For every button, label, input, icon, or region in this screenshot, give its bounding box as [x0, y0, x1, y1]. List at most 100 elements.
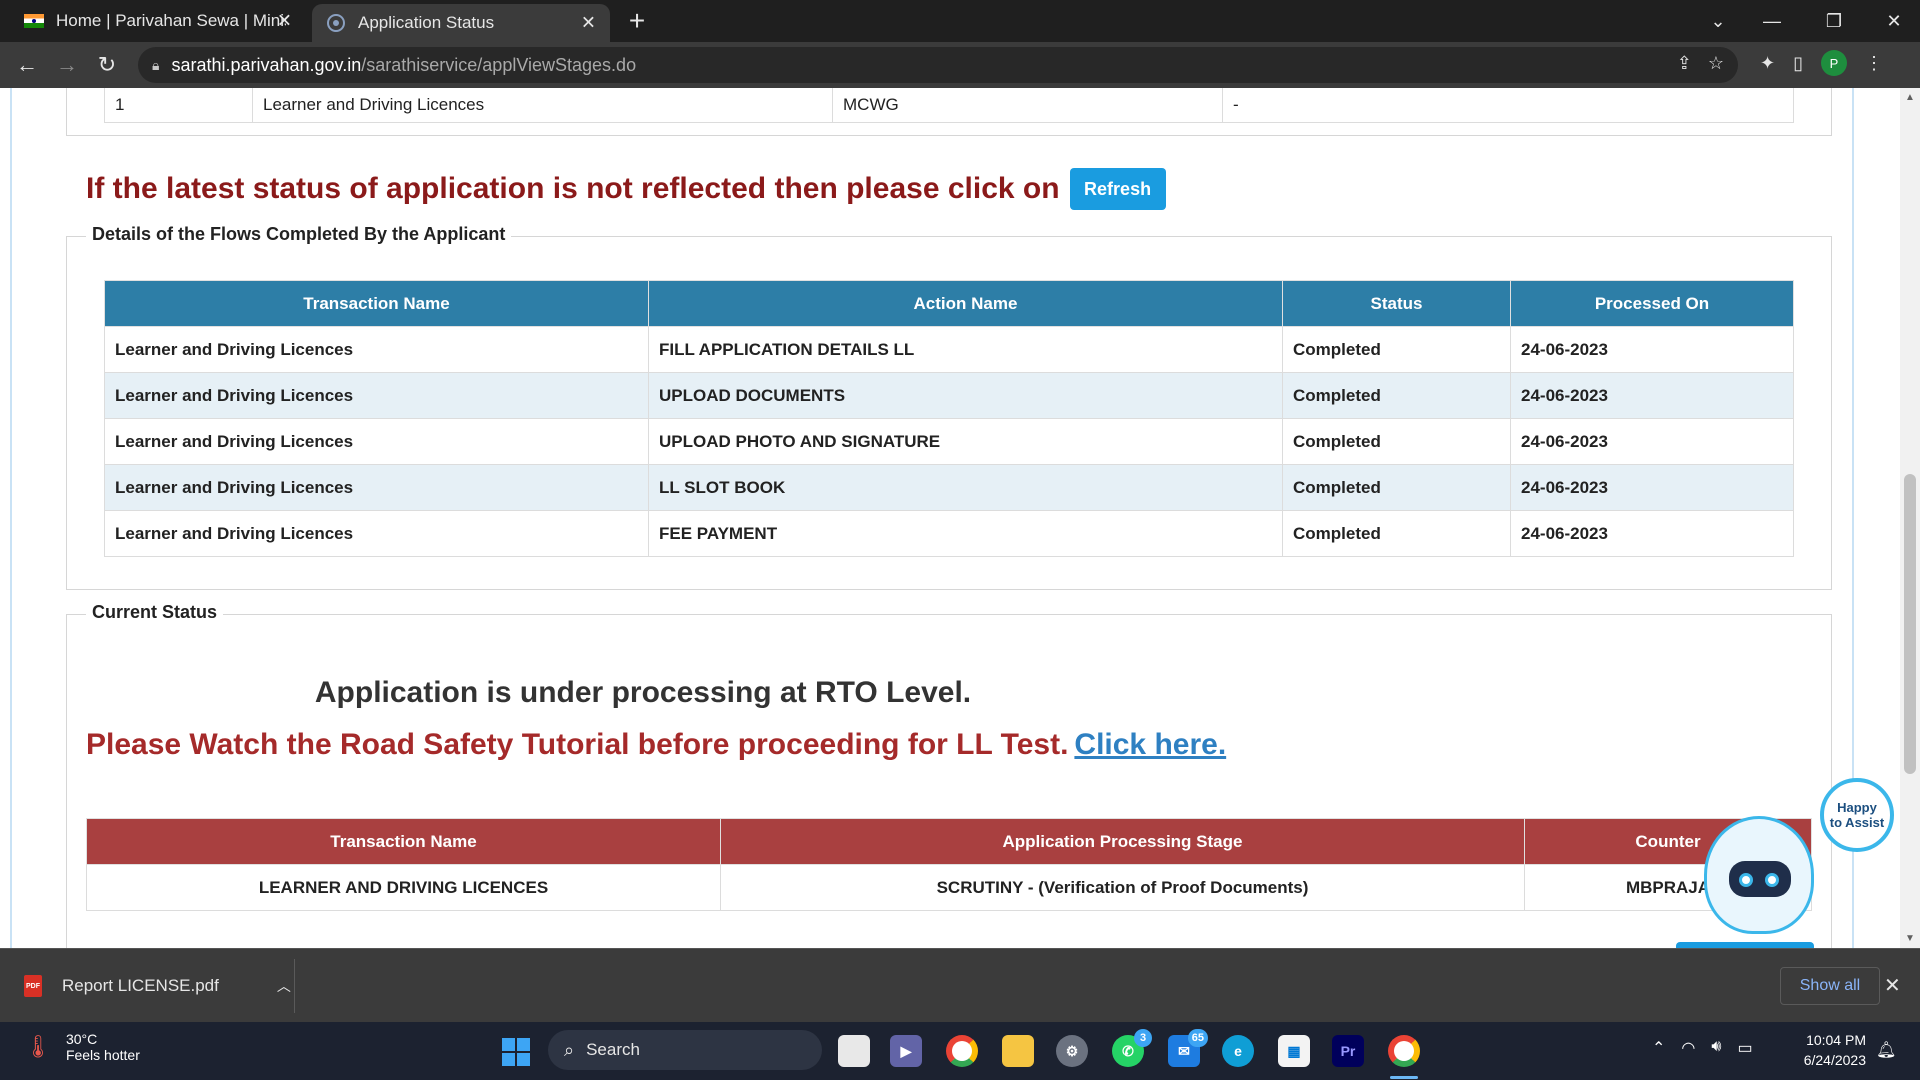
scroll-down-icon[interactable]: ▼ — [1904, 933, 1916, 944]
scroll-up-icon[interactable]: ▲ — [1904, 92, 1916, 103]
download-item[interactable]: PDF Report LICENSE.pdf ︿ — [24, 949, 291, 1023]
india-flag-icon — [24, 14, 44, 28]
wifi-icon[interactable]: ◠ — [1681, 1038, 1695, 1058]
reload-icon[interactable]: ↻ — [92, 50, 122, 80]
weather-widget[interactable]: 🌡︎ 30°C Feels hotter — [24, 1031, 140, 1063]
date-cell: 24-06-2023 — [1510, 372, 1794, 419]
transaction-cell: Learner and Driving Licences — [104, 510, 649, 557]
weather-description: Feels hotter — [65, 1047, 140, 1063]
battery-icon[interactable]: ▭ — [1737, 1038, 1752, 1058]
class-cell: MCWG — [832, 88, 1223, 123]
share-icon[interactable]: ⇪ — [1677, 53, 1692, 74]
happy-to-assist-bubble[interactable]: Happy to Assist — [1820, 778, 1894, 852]
close-tab-icon[interactable]: ✕ — [277, 11, 292, 32]
current-status-legend: Current Status — [86, 602, 224, 623]
application-details-table: 1 Learner and Driving Licences MCWG - — [104, 88, 1794, 123]
column-header: Application Processing Stage — [720, 818, 1525, 865]
assistant-chatbot[interactable]: Happy to Assist — [1690, 778, 1894, 948]
chrome-icon[interactable] — [946, 1035, 978, 1067]
tutorial-text: Please Watch the Road Safety Tutorial be… — [86, 728, 1069, 761]
notification-bell-icon[interactable]: 🔔︎ — [1876, 1040, 1896, 1060]
windows-start-icon[interactable] — [502, 1038, 530, 1066]
extensions-puzzle-icon[interactable]: ✦ — [1760, 53, 1775, 74]
meet-video-icon[interactable]: ▶ — [890, 1035, 922, 1067]
robot-icon[interactable] — [1704, 816, 1814, 934]
tab-search-chevron-icon[interactable]: ⌄ — [1696, 0, 1740, 42]
show-all-button[interactable]: Show all — [1780, 967, 1880, 1005]
profile-avatar[interactable]: P — [1821, 50, 1847, 76]
edge-icon[interactable]: e — [1222, 1035, 1254, 1067]
clock[interactable]: 10:04 PM 6/24/2023 — [1790, 1030, 1866, 1070]
settings-gear-icon[interactable]: ⚙ — [1056, 1035, 1088, 1067]
table-row: LEARNER AND DRIVING LICENCES SCRUTINY - … — [86, 864, 1812, 911]
status-cell: Completed — [1282, 372, 1511, 419]
tab-title: Application Status — [358, 13, 495, 32]
status-cell: Completed — [1282, 418, 1511, 465]
file-explorer-icon[interactable] — [1002, 1035, 1034, 1067]
url-host: sarathi.parivahan.gov.in — [171, 54, 362, 75]
stage-cell: SCRUTINY - (Verification of Proof Docume… — [720, 864, 1525, 911]
bubble-line-1: Happy — [1837, 800, 1877, 815]
divider — [294, 959, 295, 1013]
premiere-pro-icon[interactable]: Pr — [1332, 1035, 1364, 1067]
tab-home-parivahan[interactable]: Home | Parivahan Sewa | Ministry of Road… — [10, 0, 306, 42]
system-tray: ⌃ ◠ 🔊︎ ▭ — [1652, 1038, 1753, 1058]
menu-kebab-icon[interactable]: ⋮ — [1865, 53, 1883, 74]
refresh-button[interactable]: Refresh — [1069, 168, 1166, 210]
chevron-up-icon[interactable]: ⌃ — [1652, 1038, 1665, 1058]
chevron-up-icon[interactable]: ︿ — [277, 976, 291, 996]
side-panel-icon[interactable]: ▯ — [1793, 53, 1803, 74]
robot-eye-icon — [1739, 873, 1753, 887]
table-header-row: Transaction Name Application Processing … — [86, 818, 1812, 865]
date-cell: 24-06-2023 — [1510, 418, 1794, 465]
browser-tab-bar: Home | Parivahan Sewa | Ministry of Road… — [0, 0, 1920, 42]
status-cell: Completed — [1282, 464, 1511, 511]
forward-arrow-icon[interactable]: → — [52, 50, 82, 80]
close-tab-icon[interactable]: ✕ — [581, 13, 596, 34]
download-file-name: Report LICENSE.pdf — [62, 976, 219, 995]
transaction-cell: Learner and Driving Licences — [104, 418, 649, 465]
transaction-cell: Learner and Driving Licences — [104, 372, 649, 419]
active-app-indicator — [1390, 1076, 1418, 1079]
transaction-cell: LEARNER AND DRIVING LICENCES — [86, 864, 721, 911]
close-window-icon[interactable]: ✕ — [1872, 0, 1916, 42]
page-left-border — [10, 88, 12, 948]
mail-icon[interactable]: ✉ 65 — [1168, 1029, 1208, 1067]
table-row: Learner and Driving Licences UPLOAD DOCU… — [104, 372, 1794, 419]
restore-icon[interactable]: ❐ — [1812, 0, 1856, 42]
table-row: 1 Learner and Driving Licences MCWG - — [104, 88, 1794, 123]
taskbar-search[interactable]: ⌕ Search — [548, 1030, 822, 1070]
microsoft-store-icon[interactable]: ▦ — [1278, 1035, 1310, 1067]
action-cell: FEE PAYMENT — [648, 510, 1283, 557]
scrollbar-thumb[interactable] — [1904, 474, 1916, 774]
new-tab-icon[interactable]: + — [622, 6, 652, 36]
page-scrollbar[interactable]: ▲ ▼ — [1900, 88, 1920, 948]
search-label: Search — [586, 1040, 640, 1059]
lock-icon[interactable]: 🔒︎ — [152, 57, 159, 74]
date-cell: 24-06-2023 — [1510, 464, 1794, 511]
download-bar: PDF Report LICENSE.pdf ︿ Show all ✕ — [0, 948, 1920, 1022]
processing-status-text: Application is under processing at RTO L… — [314, 676, 972, 709]
refresh-prompt: If the latest status of application is n… — [86, 168, 1166, 210]
volume-icon[interactable]: 🔊︎ — [1711, 1038, 1721, 1058]
column-header: Transaction Name — [104, 280, 649, 327]
close-download-bar-icon[interactable]: ✕ — [1884, 973, 1901, 998]
bookmark-star-icon[interactable]: ☆ — [1708, 53, 1724, 74]
tutorial-link[interactable]: Click here. — [1074, 728, 1226, 761]
task-view-icon[interactable] — [838, 1035, 870, 1067]
date-cell: 24-06-2023 — [1510, 326, 1794, 373]
back-arrow-icon[interactable]: ← — [12, 50, 42, 80]
robot-eye-icon — [1765, 873, 1779, 887]
tab-application-status[interactable]: Application Status ✕ — [312, 4, 610, 42]
browser-toolbar: ← → ↻ 🔒︎ sarathi.parivahan.gov.in/sarath… — [0, 42, 1920, 88]
whatsapp-icon[interactable]: ✆ 3 — [1112, 1029, 1152, 1067]
mail-badge: 65 — [1187, 1029, 1208, 1047]
transaction-cell: Learner and Driving Licences — [104, 464, 649, 511]
minimize-icon[interactable]: — — [1750, 0, 1794, 42]
table-row: Learner and Driving Licences UPLOAD PHOT… — [104, 418, 1794, 465]
address-bar[interactable]: 🔒︎ sarathi.parivahan.gov.in/sarathiservi… — [138, 47, 1738, 83]
chrome-profile-icon[interactable] — [1388, 1035, 1420, 1067]
column-header: Action Name — [648, 280, 1283, 327]
action-cell: FILL APPLICATION DETAILS LL — [648, 326, 1283, 373]
search-icon: ⌕ — [564, 1039, 575, 1060]
